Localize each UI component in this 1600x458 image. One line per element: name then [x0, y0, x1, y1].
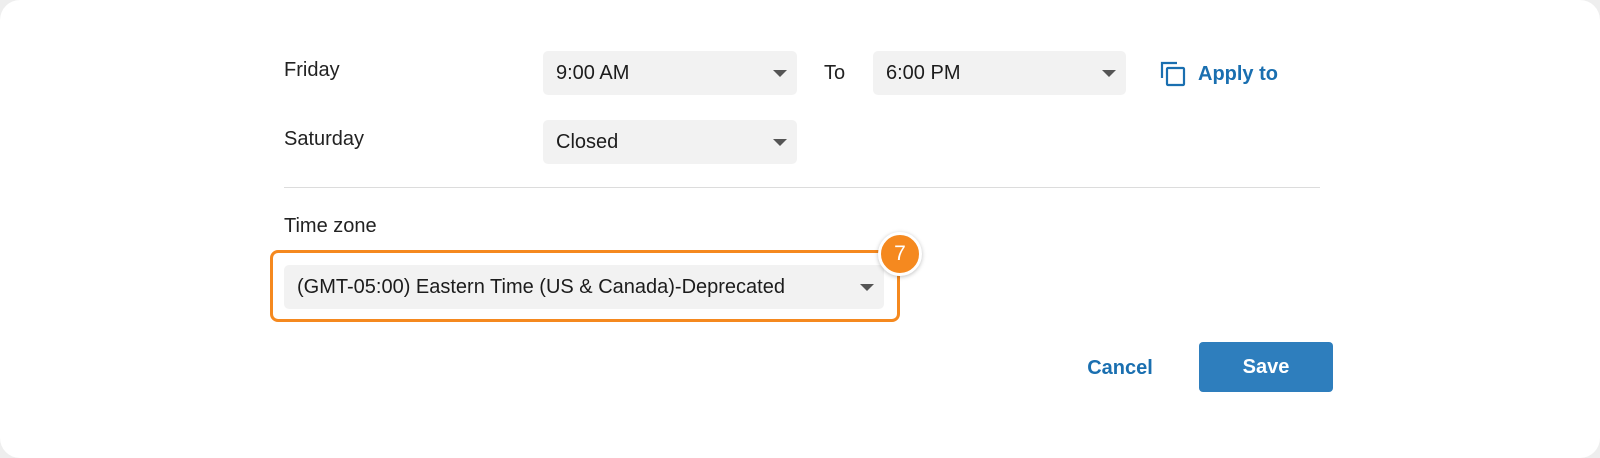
saturday-open-time-select[interactable]: Closed: [543, 120, 797, 164]
caret-down-icon: [773, 139, 787, 146]
friday-open-time-value: 9:00 AM: [556, 61, 630, 84]
caret-down-icon: [1102, 70, 1116, 77]
day-label-friday: Friday: [284, 59, 340, 81]
saturday-open-time-value: Closed: [556, 130, 619, 153]
day-label-saturday: Saturday: [284, 128, 365, 150]
cancel-button[interactable]: Cancel: [1076, 344, 1164, 392]
time-zone-label: Time zone: [284, 215, 377, 237]
caret-down-icon: [860, 284, 874, 291]
step-number-badge: 7: [878, 232, 922, 276]
friday-close-time-value: 6:00 PM: [886, 61, 961, 84]
apply-to-label: Apply to: [1198, 62, 1278, 85]
friday-open-time-select[interactable]: 9:00 AM: [543, 51, 797, 95]
time-zone-select[interactable]: (GMT-05:00) Eastern Time (US & Canada)-D…: [284, 265, 884, 309]
to-label: To: [824, 62, 846, 84]
section-divider: [284, 187, 1320, 188]
save-button[interactable]: Save: [1199, 342, 1333, 392]
friday-close-time-select[interactable]: 6:00 PM: [873, 51, 1126, 95]
time-zone-value: (GMT-05:00) Eastern Time (US & Canada)-D…: [297, 275, 785, 298]
copy-icon: [1160, 61, 1186, 87]
business-hours-panel: Friday 9:00 AM To 6:00 PM Apply to Satur…: [0, 0, 1600, 458]
caret-down-icon: [773, 70, 787, 77]
apply-to-link[interactable]: Apply to: [1160, 58, 1278, 90]
